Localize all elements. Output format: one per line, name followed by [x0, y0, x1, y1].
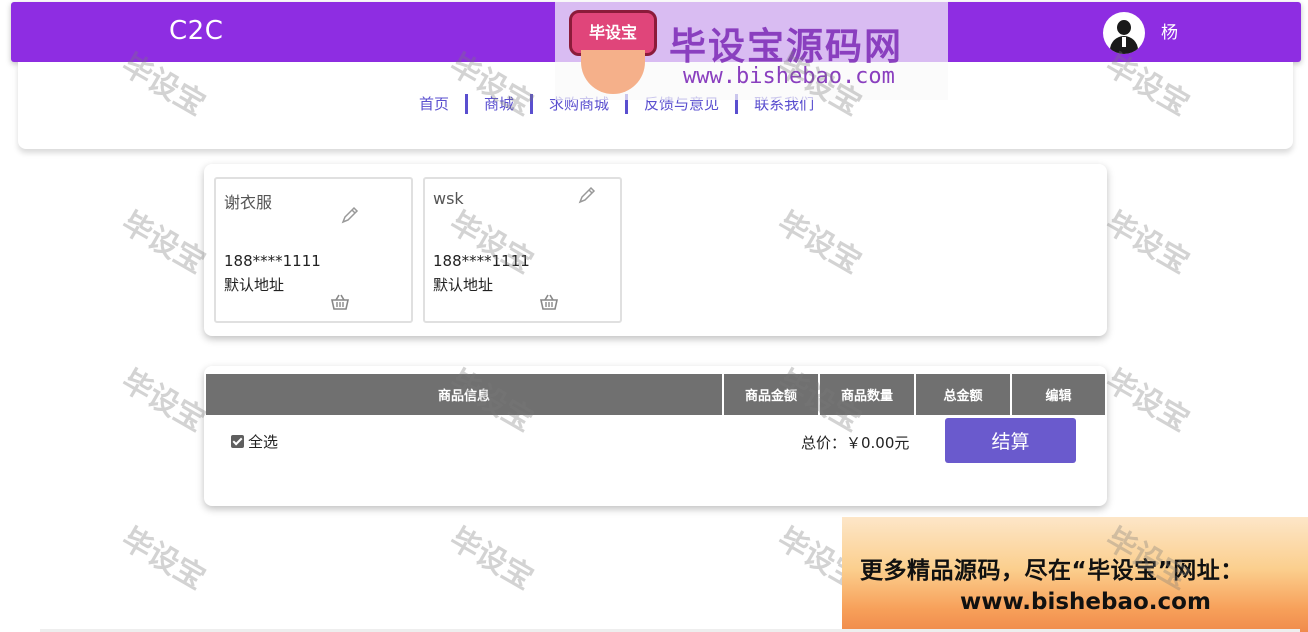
column-header-quantity: 商品数量	[820, 374, 916, 415]
watermark-logo: 毕设宝	[565, 4, 661, 96]
column-header-info: 商品信息	[206, 374, 724, 415]
select-all-label: 全选	[248, 433, 279, 451]
column-header-total: 总金额	[916, 374, 1012, 415]
watermark-text: 毕设宝	[115, 363, 211, 439]
basket-icon[interactable]	[330, 293, 350, 311]
select-all-checkbox[interactable]: 全选	[231, 431, 278, 452]
watermark-text: 毕设宝	[1099, 363, 1195, 439]
watermark-text: 毕设宝	[443, 521, 539, 597]
logo-text: 毕设宝	[588, 23, 637, 42]
column-header-price: 商品金额	[724, 374, 820, 415]
checkout-button[interactable]: 结算	[945, 418, 1076, 463]
address-item[interactable]: wsk 188****1111 默认地址	[423, 177, 622, 323]
avatar[interactable]	[1103, 12, 1145, 54]
pencil-icon[interactable]	[577, 185, 597, 205]
nav-home[interactable]: 首页	[403, 94, 465, 114]
checkbox-checked-icon[interactable]	[231, 435, 244, 448]
user-menu[interactable]: 杨	[1103, 12, 1178, 54]
watermark-text: 毕设宝	[115, 521, 211, 597]
column-header-edit: 编辑	[1045, 389, 1072, 404]
watermark-text: 毕设宝	[1099, 205, 1195, 281]
promo-line-1: 更多精品源码，尽在“毕设宝”网址：	[860, 558, 1244, 584]
address-item[interactable]: 谢衣服 188****1111 默认地址	[214, 177, 413, 323]
username[interactable]: 杨	[1161, 18, 1178, 43]
promo-banner: 更多精品源码，尽在“毕设宝”网址： www.bishebao.com	[842, 517, 1308, 632]
cart-table-header: 商品信息 商品金额 商品数量 总金额 编辑	[206, 374, 1105, 415]
basket-icon[interactable]	[539, 293, 559, 311]
nav-mall[interactable]: 商城	[468, 94, 530, 114]
total-price: 总价：￥0.00元	[801, 434, 910, 452]
brand-logo[interactable]: C2C	[169, 16, 223, 46]
address-phone: 188****1111	[433, 252, 530, 270]
address-name: 谢衣服	[224, 193, 273, 212]
watermark-url: www.bishebao.com	[683, 64, 895, 89]
pencil-icon[interactable]	[340, 205, 360, 225]
address-name: wsk	[433, 189, 464, 208]
default-address-label: 默认地址	[224, 276, 285, 294]
default-address-label: 默认地址	[433, 276, 494, 294]
promo-url: www.bishebao.com	[960, 589, 1211, 615]
address-card: 谢衣服 188****1111 默认地址 wsk 188****1111 默认地…	[204, 164, 1107, 336]
watermark-banner: 毕设宝 毕设宝源码网 www.bishebao.com	[555, 0, 948, 100]
cart-card: 商品信息 商品金额 商品数量 总金额 编辑 全选 总价：￥0.00元 结算	[204, 366, 1107, 506]
page: C2C 杨 首页 商城 求购商城 反馈与意见 联系我们 毕设宝 毕设宝源码网 w…	[0, 0, 1308, 632]
watermark-title: 毕设宝源码网	[669, 25, 903, 68]
watermark-text: 毕设宝	[115, 205, 211, 281]
address-phone: 188****1111	[224, 252, 321, 270]
